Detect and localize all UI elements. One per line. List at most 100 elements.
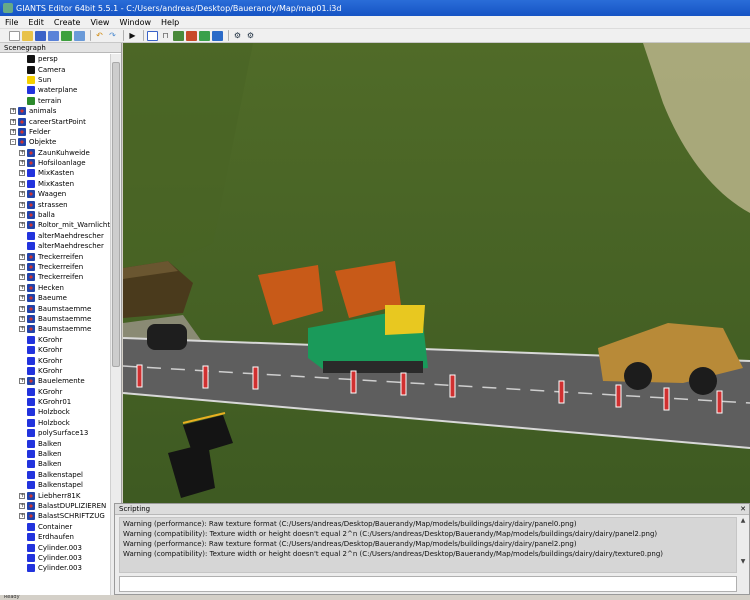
tree-node[interactable]: + Roltor_mit_Warnlicht	[0, 220, 111, 230]
tree-node[interactable]: + Treckerreifen	[0, 272, 111, 282]
menu-file[interactable]: File	[0, 18, 23, 27]
expand-icon[interactable]: +	[19, 513, 25, 520]
expand-icon[interactable]: +	[19, 284, 25, 291]
tree-node[interactable]: + Hofsiloanlage	[0, 158, 111, 168]
tree-node[interactable]: Balken	[0, 459, 111, 469]
redo-icon[interactable]: ↷	[107, 31, 118, 41]
menu-window[interactable]: Window	[114, 18, 156, 27]
tree-node[interactable]: + BalastSCHRIFTZUG	[0, 511, 111, 521]
tree-node[interactable]: terrain	[0, 96, 111, 106]
tree-node[interactable]: + Liebherr81K	[0, 490, 111, 500]
new-icon[interactable]	[9, 30, 20, 41]
export-icon[interactable]	[74, 30, 85, 41]
save-as-icon[interactable]	[48, 30, 59, 41]
3d-viewport[interactable]	[123, 43, 750, 503]
expand-icon[interactable]: +	[19, 191, 25, 198]
settings-alt-icon[interactable]: ⚙	[245, 31, 256, 41]
tree-node[interactable]: Holzbock	[0, 418, 111, 428]
expand-icon[interactable]: +	[19, 222, 25, 229]
expand-icon[interactable]: +	[19, 305, 25, 312]
log-scrollbar[interactable]: ▲ ▼	[739, 517, 747, 573]
close-icon[interactable]: ✕	[740, 504, 746, 515]
foliage-paint-icon[interactable]	[199, 30, 210, 41]
script-input[interactable]	[119, 576, 737, 592]
undo-icon[interactable]: ↶	[94, 31, 105, 41]
tree-node[interactable]: + strassen	[0, 199, 111, 209]
tree-node[interactable]: KGrohr	[0, 335, 111, 345]
tree-node[interactable]: + Baumstaemme	[0, 324, 111, 334]
scrollbar-thumb[interactable]	[112, 62, 120, 367]
tree-node[interactable]: alterMaehdrescher	[0, 231, 111, 241]
texture-paint-icon[interactable]	[212, 30, 223, 41]
expand-icon[interactable]: +	[19, 201, 25, 208]
tree-node[interactable]: Balken	[0, 438, 111, 448]
menu-edit[interactable]: Edit	[23, 18, 49, 27]
tree-node[interactable]: + Hecken	[0, 283, 111, 293]
expand-icon[interactable]: +	[19, 274, 25, 281]
expand-icon[interactable]: +	[19, 315, 25, 322]
menu-view[interactable]: View	[85, 18, 114, 27]
tree-node[interactable]: Balkenstapel	[0, 480, 111, 490]
expand-icon[interactable]: +	[19, 492, 25, 499]
tree-node[interactable]: KGrohr	[0, 345, 111, 355]
tree-node[interactable]: waterplane	[0, 85, 111, 95]
expand-icon[interactable]: +	[19, 378, 25, 385]
tree-node[interactable]: + Waagen	[0, 189, 111, 199]
expand-icon[interactable]: +	[19, 253, 25, 260]
tree-node[interactable]: Container	[0, 522, 111, 532]
reload-icon[interactable]	[61, 30, 72, 41]
tree-node[interactable]: + ZaunKuhweide	[0, 148, 111, 158]
tree-node[interactable]: Holzbock	[0, 407, 111, 417]
expand-icon[interactable]: +	[19, 149, 25, 156]
tree-node[interactable]: + Bauelemente	[0, 376, 111, 386]
tree-node[interactable]: Sun	[0, 75, 111, 85]
tree-node[interactable]: - Objekte	[0, 137, 111, 147]
tree-node[interactable]: Erdhaufen	[0, 532, 111, 542]
expand-icon[interactable]: +	[19, 160, 25, 167]
play-icon[interactable]: ▶	[127, 31, 138, 41]
select-mode-icon[interactable]	[147, 30, 158, 41]
tree-node[interactable]: KGrohr	[0, 387, 111, 397]
settings-icon[interactable]: ⚙	[232, 31, 243, 41]
tree-node[interactable]: Cylinder.003	[0, 553, 111, 563]
expand-icon[interactable]: +	[10, 118, 16, 125]
tree-node[interactable]: Cylinder.003	[0, 563, 111, 573]
tree-node[interactable]: + Baumstaemme	[0, 303, 111, 313]
expand-icon[interactable]: +	[19, 264, 25, 270]
expand-icon[interactable]: +	[10, 128, 16, 135]
expand-icon[interactable]: +	[19, 326, 25, 333]
save-icon[interactable]	[35, 30, 46, 41]
tree-node[interactable]: + Felder	[0, 127, 111, 137]
tree-node[interactable]: KGrohr	[0, 366, 111, 376]
menu-create[interactable]: Create	[49, 18, 86, 27]
expand-icon[interactable]: +	[19, 295, 25, 302]
tree-node[interactable]: + MixKasten	[0, 179, 111, 189]
tree-node[interactable]: persp	[0, 54, 111, 64]
tree-node[interactable]: + animals	[0, 106, 111, 116]
expand-icon[interactable]: +	[19, 180, 25, 187]
scroll-down-icon[interactable]: ▼	[739, 558, 747, 565]
tree-node[interactable]: Balken	[0, 449, 111, 459]
tree-node[interactable]: Camera	[0, 64, 111, 74]
menu-help[interactable]: Help	[156, 18, 184, 27]
terrain-sculpt-icon[interactable]	[173, 30, 184, 41]
tree-node[interactable]: + Baumstaemme	[0, 314, 111, 324]
tree-node[interactable]: Cylinder.003	[0, 542, 111, 552]
scroll-up-icon[interactable]: ▲	[739, 517, 747, 524]
collapse-icon[interactable]: -	[10, 139, 16, 146]
open-icon[interactable]	[22, 30, 33, 41]
tree-node[interactable]: + BalastDUPLIZIEREN	[0, 501, 111, 511]
scripting-log[interactable]: Warning (performance): Raw texture forma…	[119, 517, 737, 573]
tree-node[interactable]: + Treckerreifen	[0, 251, 111, 261]
tree-node[interactable]: + balla	[0, 210, 111, 220]
tree-node[interactable]: polySurface13	[0, 428, 111, 438]
paint-icon[interactable]	[186, 30, 197, 41]
expand-icon[interactable]: +	[10, 108, 16, 115]
tree-node[interactable]: + Baeume	[0, 293, 111, 303]
tree-node[interactable]: Balkenstapel	[0, 470, 111, 480]
tree-node[interactable]: KGrohr01	[0, 397, 111, 407]
tree-node[interactable]: + Treckerreifen	[0, 262, 111, 272]
expand-icon[interactable]: +	[19, 170, 25, 177]
tree-node[interactable]: + careerStartPoint	[0, 116, 111, 126]
tree-node[interactable]: + MixKasten	[0, 168, 111, 178]
